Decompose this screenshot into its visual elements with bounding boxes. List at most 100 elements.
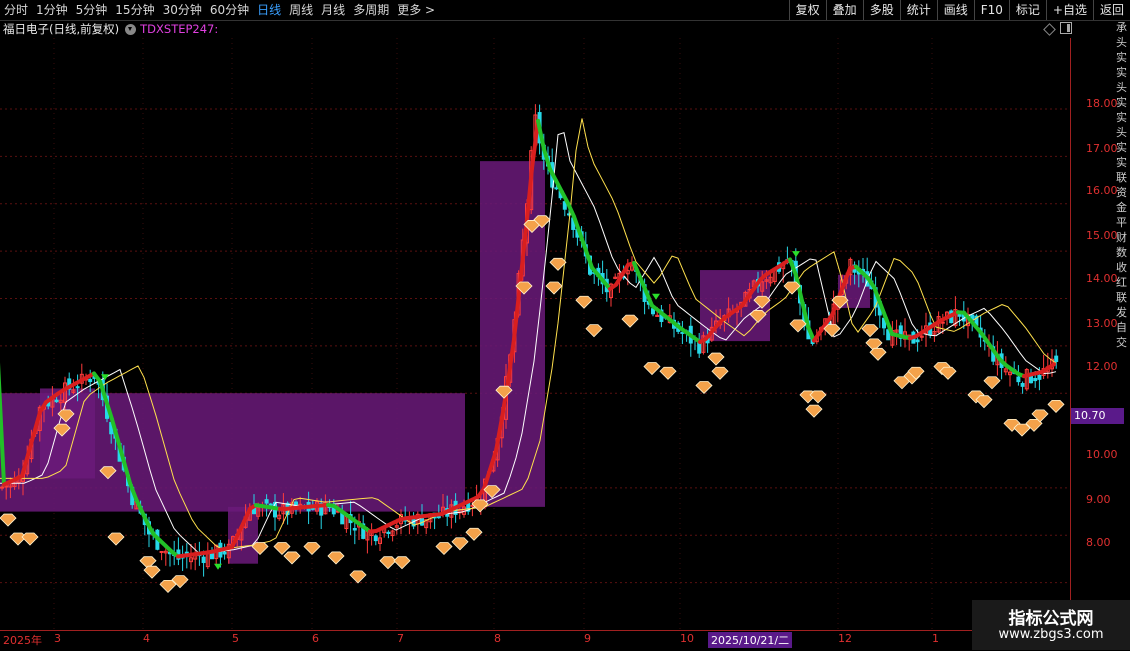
diamond-marker [1048,400,1064,412]
diamond-marker [144,566,160,578]
tab-period-3[interactable]: 15分钟 [111,0,158,20]
diamond-marker [452,538,468,550]
diamond-marker [586,325,602,337]
diamond-marker [622,315,638,327]
tab-period-5[interactable]: 60分钟 [206,0,253,20]
candle-body [1038,375,1041,379]
cursor-date-tag: 2025/10/21/二 [708,632,792,648]
step-line-segment [580,234,586,251]
tool-button-7[interactable]: +自选 [1046,0,1093,20]
candle-body [160,551,163,552]
diamond-marker [708,353,724,365]
diamond-marker [790,320,806,332]
price-label: 16.00 [1086,184,1118,197]
diamond-marker [328,552,344,564]
price-label: 18.00 [1086,97,1118,110]
watermark: 指标公式网 www.zbgs3.com [972,600,1130,650]
month-label: 8 [494,632,501,645]
candle-body [916,340,919,342]
month-label: 4 [143,632,150,645]
diamond-marker [380,557,396,569]
price-label: 9.00 [1086,493,1111,506]
month-label: 9 [584,632,591,645]
watermark-url: www.zbgs3.com [972,627,1130,642]
price-label: 14.00 [1086,272,1118,285]
side-panel-text: 承头实实头实实头实实联资金平财数收红联发自交 [1116,20,1130,620]
candle-body [223,552,226,554]
kline-chart[interactable] [0,38,1070,630]
diamond-marker [576,296,592,308]
tool-button-8[interactable]: 返回 [1093,0,1130,20]
tool-button-1[interactable]: 叠加 [826,0,863,20]
month-label: 3 [54,632,61,645]
tool-button-5[interactable]: F10 [974,0,1009,20]
candle-body [1021,384,1024,387]
tool-button-6[interactable]: 标记 [1009,0,1046,20]
tab-period-1[interactable]: 1分钟 [32,0,72,20]
diamond-marker [644,363,660,375]
candle-body [353,529,356,530]
month-label: 1 [932,632,939,645]
top-toolbar: 分时1分钟5分钟15分钟30分钟60分钟日线周线月线多周期更多 > 复权叠加多股… [0,0,1130,21]
step-line-segment [880,303,886,319]
diamond-marker [1014,424,1030,436]
price-label: 10.00 [1086,448,1118,461]
diamond-marker [284,552,300,564]
tab-period-2[interactable]: 5分钟 [72,0,112,20]
candle-body [55,400,58,401]
tool-button-2[interactable]: 多股 [863,0,900,20]
month-label: 12 [838,632,852,645]
diamond-marker [22,533,38,545]
diamond-marker [108,533,124,545]
diamond-marker [976,396,992,408]
diamond-marker [304,542,320,554]
tab-period-0[interactable]: 分时 [0,0,32,20]
tab-period-7[interactable]: 周线 [285,0,317,20]
chart-corner-icons [1045,22,1072,34]
tab-period-6[interactable]: 日线 [253,0,285,20]
diamond-marker [870,348,886,360]
chart-info-bar: 福日电子(日线,前复权) TDXSTEP247: [0,21,218,37]
tab-period-10[interactable]: 更多 > [393,0,439,20]
diamond-marker [712,367,728,379]
indicator-name[interactable]: TDXSTEP247: [140,22,218,36]
toolbar-tools: 复权叠加多股统计画线F10标记+自选返回 [789,0,1130,20]
period-tabs: 分时1分钟5分钟15分钟30分钟60分钟日线周线月线多周期更多 > [0,0,439,20]
price-label: 12.00 [1086,360,1118,373]
sell-arrow-icon [792,251,800,257]
candle-body [1,487,4,488]
candle-body [555,188,558,189]
price-label: 8.00 [1086,536,1111,549]
candle-body [1034,378,1037,380]
price-label: 15.00 [1086,229,1118,242]
price-label: 17.00 [1086,142,1118,155]
diamond-marker [660,367,676,379]
tool-button-3[interactable]: 统计 [900,0,937,20]
month-label: 6 [312,632,319,645]
diamond-marker [696,381,712,393]
watermark-title: 指标公式网 [972,604,1130,629]
indicator-menu-icon[interactable] [125,24,136,35]
candle-body [1017,377,1020,382]
diamond-marker [810,391,826,403]
step-line-segment [586,251,592,268]
diamond-marker [394,557,410,569]
stock-name: 福日电子(日线,前复权) [3,21,119,37]
month-label: 5 [232,632,239,645]
panel-toggle-icon[interactable] [1060,22,1072,34]
time-axis: 2025/10/21/二 2025年345678910121 [0,630,1070,651]
sell-arrow-icon [652,294,660,300]
diamond-icon[interactable] [1043,23,1056,36]
candle-body [1055,356,1058,361]
candle-body [89,379,92,381]
tool-button-0[interactable]: 复权 [789,0,826,20]
month-label: 2025年 [3,632,42,648]
step-line-segment [574,217,580,234]
tool-button-4[interactable]: 画线 [937,0,974,20]
tab-period-9[interactable]: 多周期 [349,0,393,20]
tab-period-8[interactable]: 月线 [317,0,349,20]
diamond-marker [806,405,822,417]
candle-body [387,532,390,533]
tab-period-4[interactable]: 30分钟 [159,0,206,20]
diamond-marker [466,528,482,540]
